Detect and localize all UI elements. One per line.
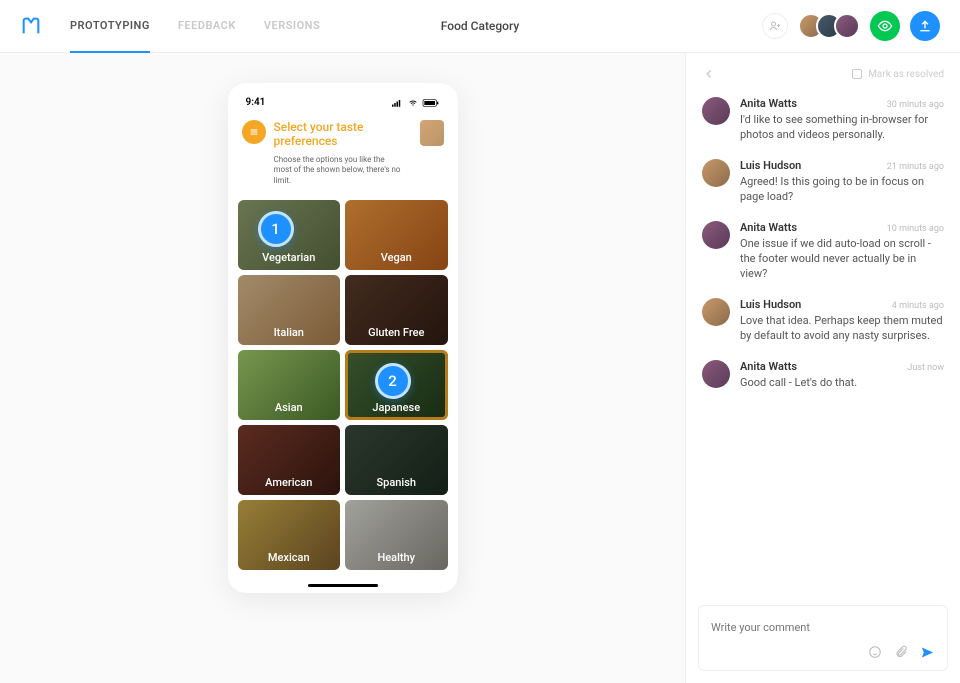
send-button[interactable]	[920, 645, 935, 660]
comment-text: Love that idea. Perhaps keep them muted …	[740, 313, 944, 344]
comment-author: Anita Watts	[740, 360, 797, 373]
mark-resolved-toggle[interactable]: Mark as resolved	[852, 69, 944, 80]
comment-text: I'd like to see something in-browser for…	[740, 112, 944, 143]
screen-subtitle: Choose the options you like the most of …	[274, 155, 404, 186]
avatar[interactable]	[702, 360, 730, 388]
tab-feedback[interactable]: FEEDBACK	[178, 0, 236, 53]
app-header: PROTOTYPING FEEDBACK VERSIONS Food Categ…	[0, 0, 960, 53]
comment-item: Anita Watts 10 minuts ago One issue if we …	[702, 213, 944, 290]
category-card[interactable]: Healthy	[345, 500, 448, 570]
attach-icon[interactable]	[894, 645, 908, 660]
comment-marker-2[interactable]: 2	[375, 363, 411, 399]
checkbox-icon	[852, 69, 862, 79]
category-label: Asian	[275, 402, 303, 414]
comment-time: 30 minuts ago	[887, 100, 944, 110]
screen-title: Select your taste preferences	[274, 120, 413, 149]
tab-versions[interactable]: VERSIONS	[264, 0, 320, 53]
comment-time: 10 minuts ago	[887, 224, 944, 234]
menu-icon[interactable]	[242, 120, 266, 144]
comment-time: Just now	[907, 363, 944, 373]
comments-sidebar: Mark as resolved Anita Watts 30 minuts ag…	[685, 53, 960, 683]
category-card[interactable]: Spanish	[345, 425, 448, 495]
category-label: American	[265, 477, 312, 489]
canvas-area[interactable]: 9:41 Select your taste preferences Choos…	[0, 53, 685, 683]
nav-tabs: PROTOTYPING FEEDBACK VERSIONS	[70, 0, 320, 53]
comment-time: 4 minuts ago	[892, 301, 944, 311]
comment-author: Anita Watts	[740, 221, 797, 234]
status-time: 9:41	[246, 97, 266, 108]
category-card[interactable]: Mexican	[238, 500, 341, 570]
category-label: Spanish	[377, 477, 416, 489]
status-icons	[392, 99, 440, 107]
battery-icon	[422, 99, 440, 107]
category-label: Italian	[274, 327, 304, 339]
resolve-label: Mark as resolved	[868, 69, 944, 80]
category-label: Mexican	[268, 552, 310, 564]
comment-item: Anita Watts Just now Good call - Let's do …	[702, 352, 944, 398]
preview-button[interactable]	[870, 11, 900, 41]
app-logo[interactable]	[20, 15, 42, 37]
comment-text: Good call - Let's do that.	[740, 375, 944, 390]
tab-prototyping[interactable]: PROTOTYPING	[70, 0, 150, 53]
user-avatar-thumb[interactable]	[420, 120, 443, 146]
comment-item: Anita Watts 30 minuts ago I'd like to see …	[702, 89, 944, 151]
comment-composer	[698, 605, 948, 671]
category-card[interactable]: Vegan	[345, 200, 448, 270]
category-label: Healthy	[377, 552, 415, 564]
category-label: Gluten Free	[368, 327, 424, 339]
status-bar: 9:41	[238, 97, 448, 114]
comments-list: Anita Watts 30 minuts ago I'd like to see …	[686, 89, 960, 593]
comment-item: Luis Hudson 21 minuts ago Agreed! Is this …	[702, 151, 944, 213]
comment-marker-1[interactable]: 1	[258, 211, 294, 247]
comment-author: Luis Hudson	[740, 298, 801, 311]
signal-icon	[392, 99, 404, 107]
wifi-icon	[407, 99, 419, 107]
upload-button[interactable]	[910, 11, 940, 41]
header-actions	[762, 11, 940, 41]
add-user-button[interactable]	[762, 13, 788, 39]
category-label: Vegan	[381, 252, 412, 264]
home-indicator	[308, 584, 378, 587]
comment-author: Luis Hudson	[740, 159, 801, 172]
category-card[interactable]: Gluten Free	[345, 275, 448, 345]
comment-time: 21 minuts ago	[887, 162, 944, 172]
comment-author: Anita Watts	[740, 97, 797, 110]
category-label: Japanese	[372, 402, 420, 414]
comment-item: Luis Hudson 4 minuts ago Love that idea. P…	[702, 290, 944, 352]
emoji-icon[interactable]	[868, 645, 882, 660]
comment-text: Agreed! Is this going to be in focus on …	[740, 174, 944, 205]
category-card[interactable]: Italian	[238, 275, 341, 345]
collaborator-avatars	[798, 13, 860, 39]
category-card[interactable]: Asian	[238, 350, 341, 420]
avatar[interactable]	[702, 97, 730, 125]
page-title: Food Category	[441, 19, 519, 33]
back-button[interactable]	[702, 67, 716, 81]
phone-mockup: 9:41 Select your taste preferences Choos…	[228, 83, 458, 593]
category-grid: Vegetarian Vegan Italian Gluten Free Asian Ja…	[238, 200, 448, 570]
comment-text: One issue if we did auto-load on scroll …	[740, 236, 944, 282]
avatar[interactable]	[834, 13, 860, 39]
category-label: Vegetarian	[262, 252, 315, 264]
avatar[interactable]	[702, 159, 730, 187]
avatar[interactable]	[702, 298, 730, 326]
main-layout: 9:41 Select your taste preferences Choos…	[0, 53, 960, 683]
avatar[interactable]	[702, 221, 730, 249]
comment-input[interactable]	[711, 621, 935, 634]
category-card[interactable]: American	[238, 425, 341, 495]
